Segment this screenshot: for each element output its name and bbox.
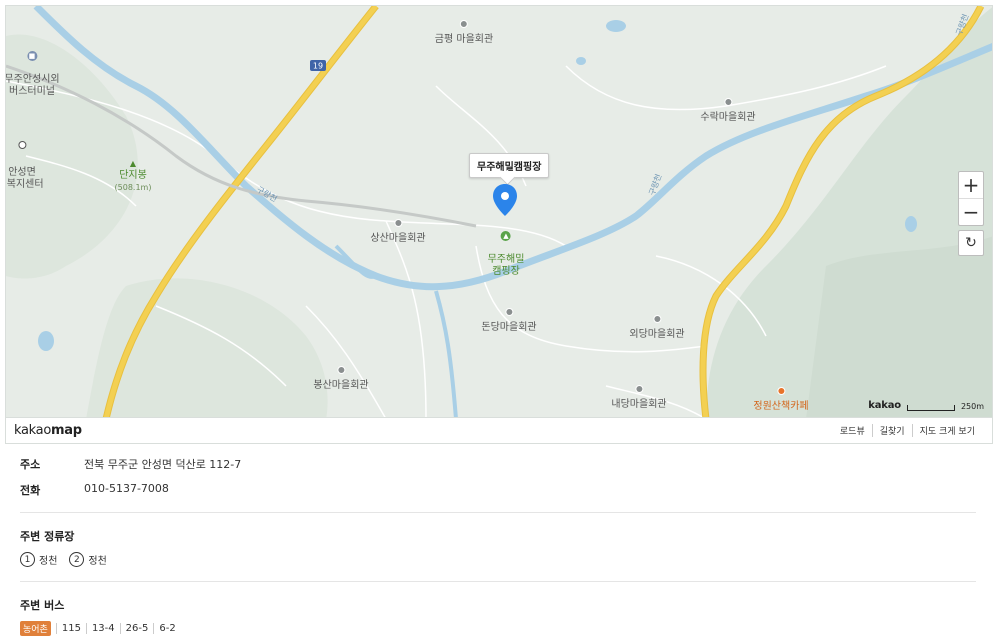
poi-surak[interactable]: 수락마을회관 [700, 98, 756, 124]
callout-label: 무주해밀캠핑장 [477, 162, 542, 173]
divider [20, 581, 976, 582]
nearby-stops-title: 주변 정류장 [20, 530, 75, 543]
zoom-out-button[interactable]: − [959, 198, 983, 225]
logo-light: kakao [14, 423, 51, 438]
poi-bongsan[interactable]: 봉산마을회관 [313, 366, 369, 392]
lake [606, 20, 626, 32]
address-label: 주소 [20, 458, 41, 471]
bus-stop-item[interactable]: 2 정천 [69, 552, 107, 567]
phone-label: 전화 [20, 484, 41, 497]
poi-naedang[interactable]: 내당마을회관 [611, 385, 667, 411]
poi-label: 내당마을회관 [611, 399, 667, 410]
lake [905, 216, 917, 232]
divider [20, 512, 976, 513]
nearby-stops-list: 1 정천 2 정천 [20, 552, 976, 567]
bus-terminal-icon: ■ [26, 51, 37, 61]
bus-stop-item[interactable]: 1 정천 [20, 552, 57, 567]
nearby-bus-list: 농어촌 115 13-4 26-5 6-2 [20, 621, 976, 636]
place-info: 주소 전북 무주군 안성면 덕산로 112-7 전화 010-5137-7008… [20, 456, 976, 636]
directions-link[interactable]: 길찾기 [871, 424, 912, 437]
poi-sangsan[interactable]: 상산마을회관 [370, 219, 426, 245]
poi-label: 정원산책카페 [753, 401, 809, 412]
nearby-bus-title: 주변 버스 [20, 599, 65, 612]
map-view[interactable]: 19 구량천 구량천 구량천 금평 마을회관 수락마을회관 상산마을회관 돈당마… [5, 5, 993, 418]
address-value: 전북 무주군 안성면 덕산로 112-7 [84, 458, 242, 471]
poi-label: 상산마을회관 [370, 233, 426, 244]
view-larger-map-link[interactable]: 지도 크게 보기 [911, 424, 982, 437]
bus-route-link[interactable]: 6-2 [153, 623, 180, 634]
address-row: 주소 전북 무주군 안성면 덕산로 112-7 [20, 456, 976, 472]
map-footer: kakaomap 로드뷰 길찾기 지도 크게 보기 [5, 418, 993, 444]
poi-dot-icon [723, 98, 732, 106]
roadview-link[interactable]: 로드뷰 [833, 424, 872, 437]
bus-route-link[interactable]: 13-4 [85, 623, 120, 634]
poi-dot-icon [393, 219, 402, 227]
zoom-control: + − [958, 171, 984, 226]
poi-cafe[interactable]: 정원산책카페 [753, 387, 809, 413]
poi-bus-terminal[interactable]: ■ 무주안성시외 버스터미널 [5, 38, 60, 98]
river-branch [434, 290, 458, 417]
poi-dot-icon [504, 308, 513, 316]
poi-welfare-center[interactable]: 안성면 1복지센터 [6, 129, 44, 191]
zoom-in-button[interactable]: + [959, 172, 983, 198]
kakaomap-logo[interactable]: kakaomap [14, 423, 82, 438]
poi-dot-icon [652, 315, 661, 323]
poi-dot-icon [459, 20, 468, 28]
lake [38, 331, 54, 351]
terrain-patch [86, 278, 328, 417]
phone-value[interactable]: 010-5137-7008 [84, 482, 169, 498]
poi-label: 금평 마을회관 [434, 34, 494, 45]
stop-name: 정천 [88, 556, 107, 567]
poi-label: 수락마을회관 [700, 112, 756, 123]
poi-dot-icon [336, 366, 345, 374]
peak-elevation: (508.1m) [114, 183, 152, 192]
bus-type-badge: 농어촌 [20, 621, 51, 636]
route-shield-label: 19 [313, 62, 323, 71]
poi-label: 단지봉 [119, 170, 147, 181]
stop-name: 정천 [39, 556, 58, 567]
bus-route-link[interactable]: 115 [55, 623, 86, 634]
poi-label: 돈당마을회관 [481, 322, 537, 333]
mountain-peak-icon: ▲ [129, 159, 137, 168]
map-scale: kakao 250m [868, 400, 984, 411]
kakao-brand-label: kakao [868, 400, 901, 411]
poi-label: 안성면 1복지센터 [6, 167, 44, 190]
lake [576, 57, 586, 65]
poi-dot-icon [634, 385, 643, 393]
reset-map-button[interactable]: ↻ [958, 230, 984, 256]
terrain-patch [806, 236, 992, 417]
camping-icon: ▲ [501, 231, 511, 241]
stop-number-badge: 1 [20, 552, 35, 567]
poi-oedang[interactable]: 외당마을회관 [629, 315, 685, 341]
phone-row: 전화 010-5137-7008 [20, 482, 976, 498]
cafe-icon [776, 387, 785, 395]
place-callout[interactable]: 무주해밀캠핑장 [469, 153, 550, 178]
poi-dondang[interactable]: 돈당마을회관 [481, 308, 537, 334]
location-pin-icon[interactable] [492, 183, 518, 217]
refresh-icon: ↻ [965, 235, 977, 251]
poi-label: 봉산마을회관 [313, 380, 369, 391]
scale-distance: 250m [960, 402, 984, 411]
bus-route-link[interactable]: 26-5 [119, 623, 154, 634]
poi-label: 무주해밀 캠핑장 [487, 254, 525, 277]
stop-number-badge: 2 [69, 552, 85, 567]
poi-dot-icon [17, 141, 26, 149]
map-links: 로드뷰 길찾기 지도 크게 보기 [833, 424, 982, 437]
logo-bold: map [51, 423, 82, 438]
poi-geumpyeong[interactable]: 금평 마을회관 [435, 20, 493, 46]
scale-bar [906, 405, 955, 411]
poi-peak-danjibong[interactable]: ▲ 단지봉 (508.1m) [115, 158, 152, 194]
poi-label: 무주안성시외 버스터미널 [5, 74, 60, 97]
poi-label: 외당마을회관 [629, 329, 685, 340]
poi-camping-site[interactable]: ▲ 무주해밀 캠핑장 [487, 218, 525, 278]
